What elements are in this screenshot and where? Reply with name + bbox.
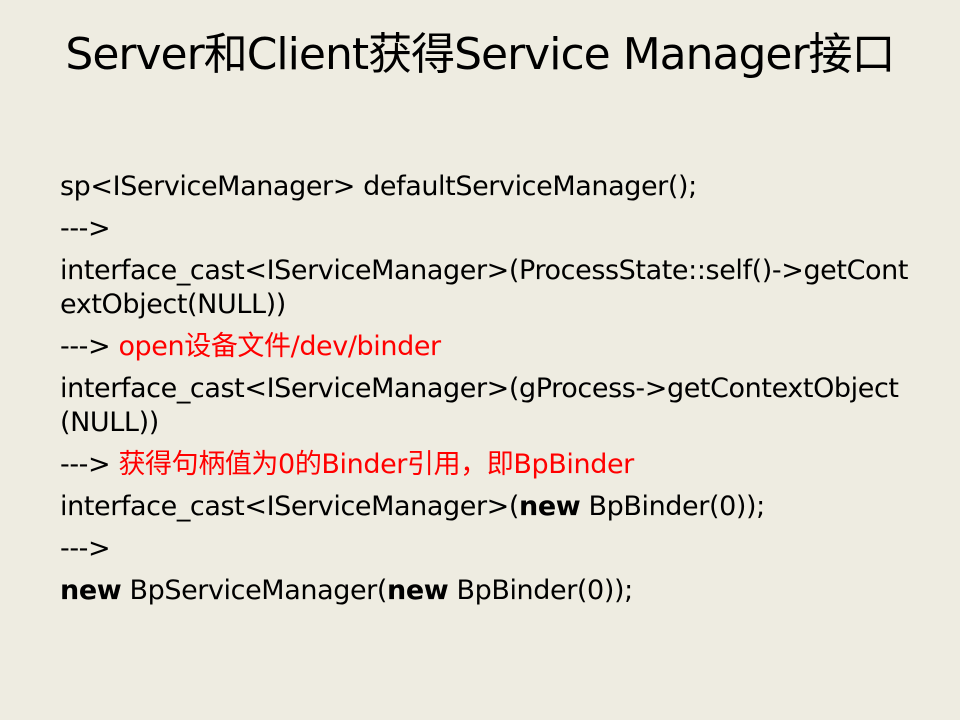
code-text: BpServiceManager( <box>121 575 387 606</box>
code-line-bpbinder: interface_cast<IServiceManager>(new BpBi… <box>60 490 920 524</box>
code-text: BpBinder(0)); <box>580 491 766 522</box>
code-text: BpBinder(0)); <box>448 575 633 606</box>
code-text: interface_cast<IServiceManager>(gProcess… <box>60 373 899 438</box>
open-device-note: open设备文件/dev/binder <box>118 331 441 362</box>
slide: Server和Client获得Service Manager接口 sp<ISer… <box>0 0 960 720</box>
slide-body: sp<IServiceManager> defaultServiceManage… <box>60 170 920 616</box>
code-text: interface_cast<IServiceManager>( <box>60 491 520 522</box>
slide-title: Server和Client获得Service Manager接口 <box>65 29 895 80</box>
arrow-text: ---> <box>60 449 119 480</box>
keyword-new: new <box>519 491 581 522</box>
code-text: sp<IServiceManager> defaultServiceManage… <box>60 171 697 202</box>
code-line-declaration: sp<IServiceManager> defaultServiceManage… <box>60 170 920 204</box>
arrow-line-handle: ---> 获得句柄值为0的Binder引用，即BpBinder <box>60 448 920 482</box>
handle-note: 获得句柄值为0的Binder引用，即BpBinder <box>118 449 634 480</box>
arrow-text: ---> <box>60 533 111 564</box>
arrow-text: ---> <box>60 331 119 362</box>
arrow-text: ---> <box>60 213 111 244</box>
keyword-new: new <box>387 575 449 606</box>
arrow-line: ---> <box>60 212 920 246</box>
arrow-line: ---> <box>60 532 920 566</box>
code-line-bpservicemanager: new BpServiceManager(new BpBinder(0)); <box>60 574 920 608</box>
code-line-process-state: interface_cast<IServiceManager>(ProcessS… <box>60 254 920 322</box>
keyword-new: new <box>60 575 122 606</box>
arrow-line-open-device: ---> open设备文件/dev/binder <box>60 330 920 364</box>
code-text: interface_cast<IServiceManager>(ProcessS… <box>60 255 909 320</box>
code-line-gprocess: interface_cast<IServiceManager>(gProcess… <box>60 372 920 440</box>
